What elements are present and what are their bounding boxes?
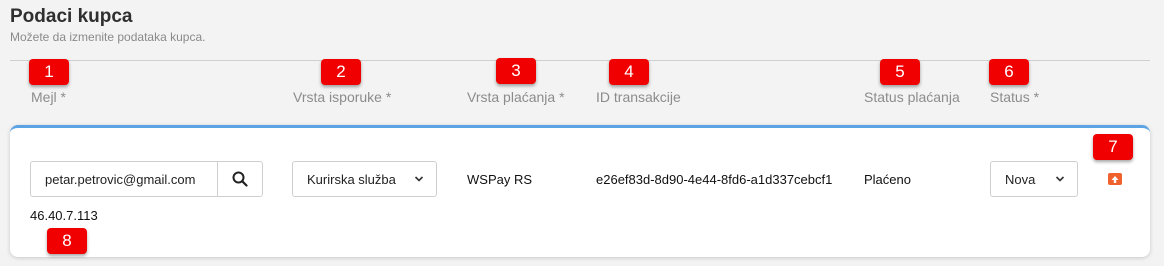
- chevron-down-icon: [1055, 176, 1065, 182]
- annotation-badge-7: 7: [1093, 134, 1133, 160]
- email-input[interactable]: [31, 162, 217, 196]
- payment-status-value: Plaćeno: [864, 172, 911, 187]
- column-label-transaction-id: ID transakcije: [596, 89, 681, 105]
- column-label-payment-status: Status plaćanja: [864, 89, 960, 105]
- annotation-badge-8: 8: [47, 228, 87, 254]
- annotation-badge-4: 4: [609, 59, 649, 85]
- annotation-badge-5: 5: [880, 59, 920, 85]
- annotation-badge-2: 2: [321, 59, 361, 85]
- chevron-down-icon: [414, 176, 424, 182]
- search-button[interactable]: [217, 162, 262, 196]
- upload-button[interactable]: [1107, 171, 1123, 187]
- payment-type-value: WSPay RS: [467, 172, 533, 187]
- status-select[interactable]: Nova: [990, 161, 1078, 197]
- column-label-email: Mejl *: [31, 89, 67, 105]
- page-title: Podaci kupca: [10, 6, 133, 27]
- transaction-id-value: e26ef83d-8d90-4e44-8fd6-a1d337cebcf1: [596, 172, 833, 187]
- email-search-group: [30, 161, 263, 197]
- annotation-badge-3: 3: [496, 58, 536, 84]
- status-select-value: Nova: [1005, 171, 1036, 187]
- column-label-payment-type: Vrsta plaćanja *: [467, 89, 565, 105]
- delivery-select[interactable]: Kurirska služba: [292, 161, 437, 197]
- ip-address-value: 46.40.7.113: [30, 208, 98, 223]
- header-divider: [10, 60, 1150, 61]
- annotation-badge-6: 6: [989, 59, 1029, 85]
- search-icon: [232, 171, 248, 187]
- column-label-status: Status *: [990, 89, 1040, 105]
- page-subtitle: Možete da izmenite podataka kupca.: [10, 30, 206, 44]
- column-label-delivery: Vrsta isporuke *: [293, 89, 392, 105]
- annotation-badge-1: 1: [29, 59, 69, 85]
- upload-icon: [1108, 173, 1122, 185]
- delivery-select-value: Kurirska služba: [307, 171, 396, 187]
